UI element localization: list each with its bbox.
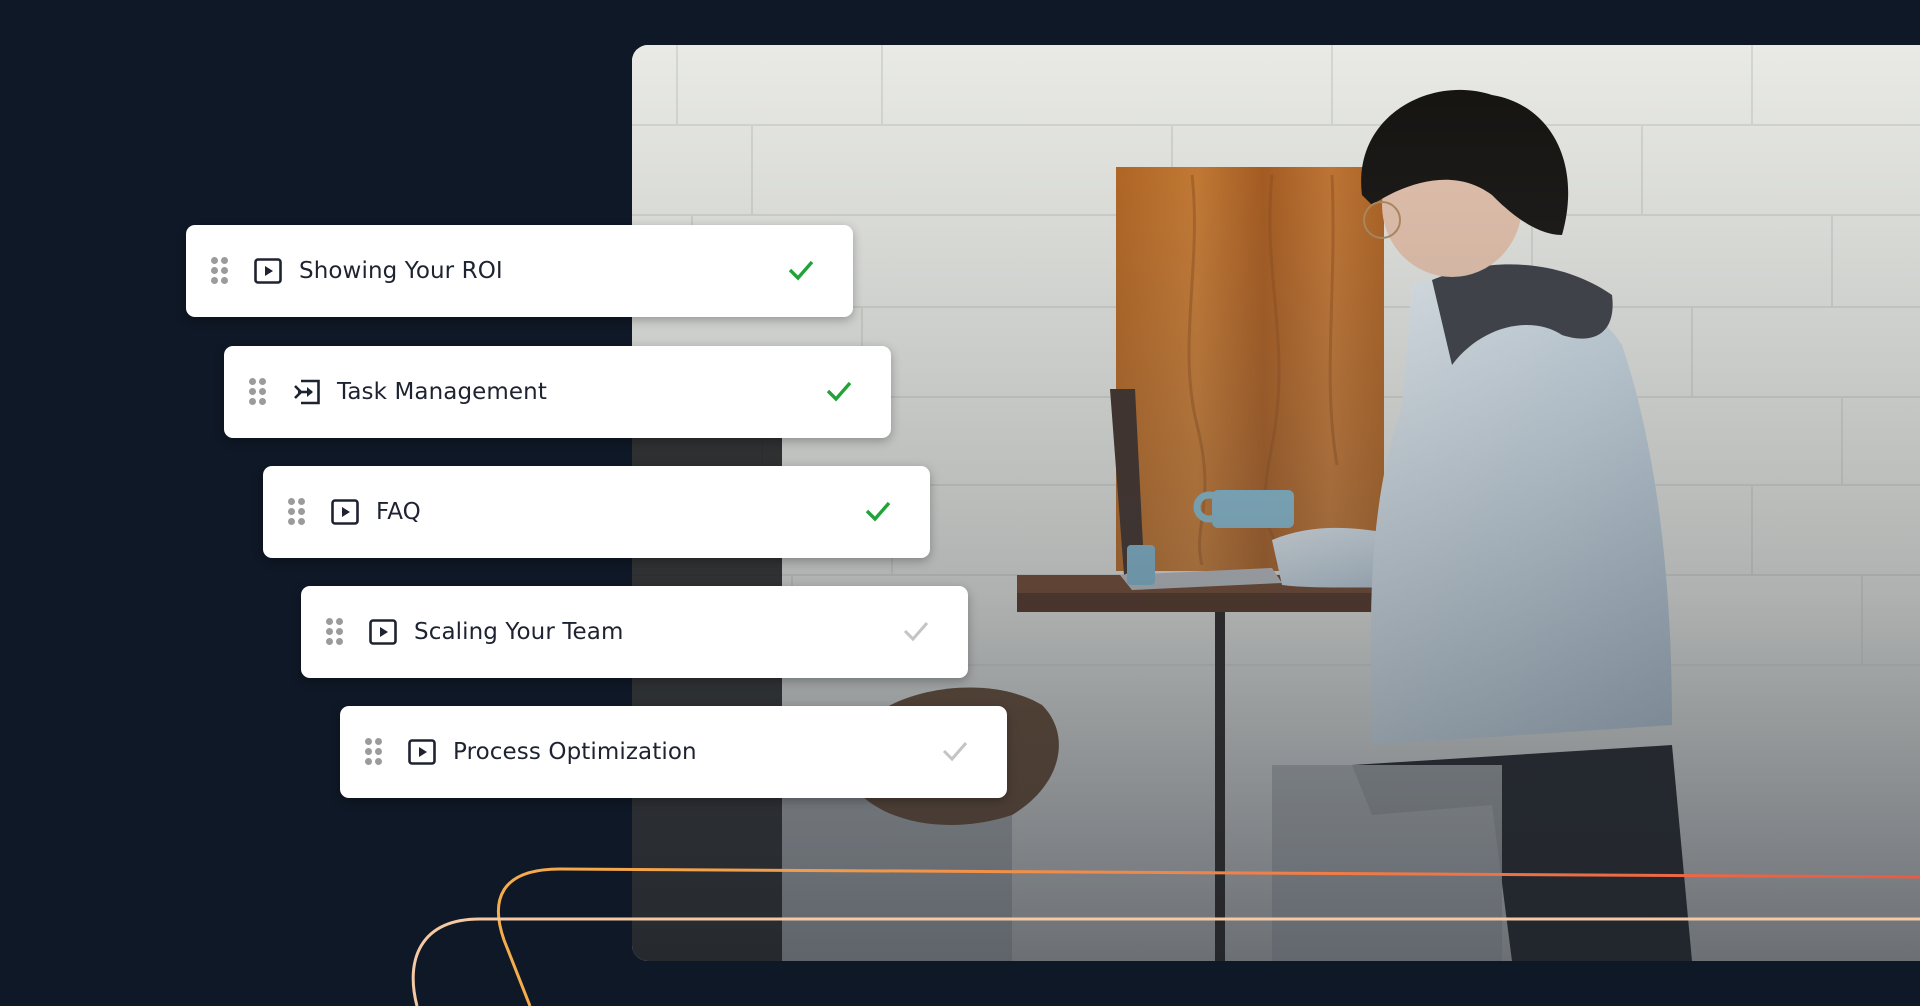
drag-handle-icon[interactable] (211, 257, 228, 285)
drag-handle-icon[interactable] (326, 618, 343, 646)
lesson-title: Showing Your ROI (299, 258, 503, 284)
lesson-title: Scaling Your Team (414, 619, 624, 645)
lesson-card[interactable]: Scaling Your Team (301, 586, 968, 678)
play-video-icon (331, 499, 359, 525)
lesson-card[interactable]: Task Management (224, 346, 891, 438)
check-complete-icon (825, 378, 853, 404)
play-video-icon (254, 258, 282, 284)
drag-handle-icon[interactable] (365, 738, 382, 766)
lesson-card[interactable]: Showing Your ROI (186, 225, 853, 317)
lesson-card[interactable]: Process Optimization (340, 706, 1007, 798)
lesson-title: Task Management (337, 379, 547, 405)
play-video-icon (408, 739, 436, 765)
drag-handle-icon[interactable] (249, 378, 266, 406)
check-complete-icon (864, 498, 892, 524)
enter-arrow-icon (292, 379, 320, 405)
drag-handle-icon[interactable] (288, 498, 305, 526)
check-complete-icon (787, 257, 815, 283)
check-incomplete-icon (902, 618, 930, 644)
play-video-icon (369, 619, 397, 645)
lesson-title: FAQ (376, 499, 421, 525)
lesson-title: Process Optimization (453, 739, 697, 765)
check-incomplete-icon (941, 738, 969, 764)
lesson-card[interactable]: FAQ (263, 466, 930, 558)
